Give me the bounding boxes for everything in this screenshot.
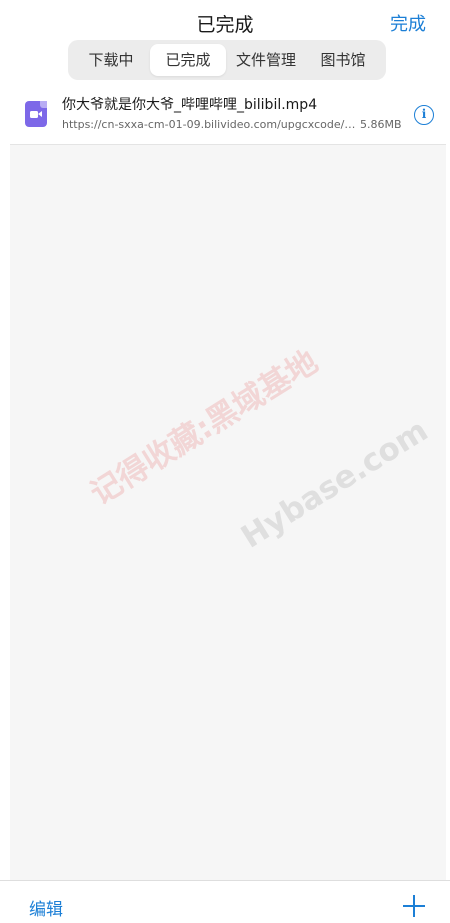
camera-body (30, 111, 38, 118)
page-title: 已完成 (196, 14, 254, 36)
tab-file-management[interactable]: 文件管理 (228, 44, 304, 76)
tab-completed[interactable]: 已完成 (150, 44, 226, 76)
file-name: 你大爷就是你大爷_哔哩哔哩_bilibil.mp4 (62, 97, 318, 113)
downloads-completed-screen: 已完成 完成 下载中 已完成 文件管理 图书馆 你大爷就是你大爷_哔哩哔哩_bi… (0, 0, 450, 923)
file-url: https://cn-sxxa-cm-01-09.bilivideo.com/u… (62, 118, 362, 131)
tab-downloading[interactable]: 下载中 (74, 44, 148, 76)
done-button[interactable]: 完成 (390, 10, 426, 36)
info-icon[interactable]: i (414, 105, 434, 125)
file-size: 5.86MB (360, 118, 402, 131)
watermark-text-en: Hybase.com (235, 412, 435, 556)
bottom-toolbar: 编辑 (0, 880, 450, 923)
navigation-bar: 已完成 完成 (0, 0, 450, 44)
completed-file-list: 你大爷就是你大爷_哔哩哔哩_bilibil.mp4 https://cn-sxx… (10, 85, 446, 880)
list-item[interactable]: 你大爷就是你大爷_哔哩哔哩_bilibil.mp4 https://cn-sxx… (10, 85, 446, 145)
tab-library[interactable]: 图书馆 (306, 44, 380, 76)
video-file-icon (25, 101, 47, 127)
segmented-tab-control: 下载中 已完成 文件管理 图书馆 (68, 40, 386, 80)
plus-icon[interactable] (403, 895, 425, 917)
edit-button[interactable]: 编辑 (29, 895, 63, 920)
camera-lens (38, 111, 42, 117)
